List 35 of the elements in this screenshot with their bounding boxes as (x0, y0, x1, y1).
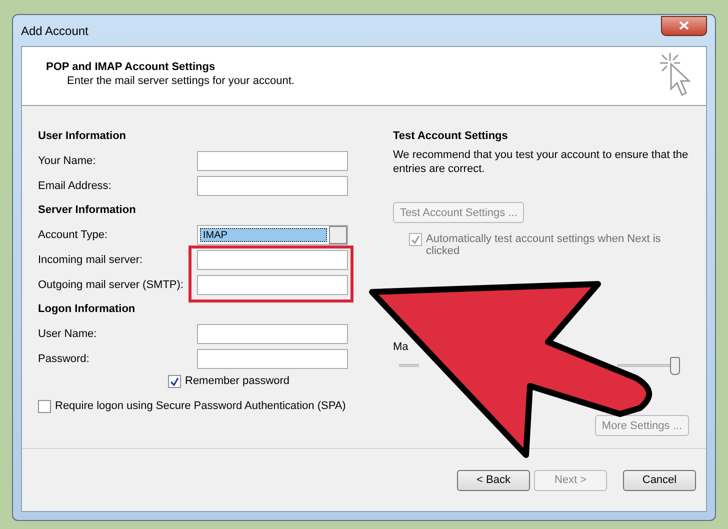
close-icon (679, 21, 689, 30)
field-label: Incoming mail server: (38, 254, 143, 266)
input-field[interactable] (197, 176, 348, 196)
field-label: Your Name: (38, 154, 96, 166)
checkbox[interactable] (38, 400, 51, 413)
slider-label: Ma (393, 341, 408, 353)
section-heading: User Information (38, 129, 128, 144)
checkmark-icon (170, 377, 179, 386)
remember-password-checkbox[interactable]: Remember password (168, 375, 393, 388)
section-heading: Server Information (38, 203, 137, 218)
account-type-dropdown[interactable]: IMAP (197, 224, 348, 244)
dialog-button[interactable]: < Back (457, 470, 530, 490)
test-description: We recommend that you test your account to ensure that the entries are correct. (393, 148, 690, 176)
input-field[interactable] (197, 348, 348, 368)
section-heading: Logon Information (38, 302, 136, 317)
slider-thumb[interactable] (670, 357, 680, 375)
field-label: Outgoing mail server (SMTP): (38, 278, 184, 290)
field-label: Password: (38, 352, 90, 364)
field-label: Account Type: (38, 228, 108, 240)
input-field[interactable] (197, 324, 348, 344)
input-field[interactable] (197, 250, 348, 270)
input-field[interactable] (197, 150, 348, 170)
section-heading: Test Account Settings (393, 129, 509, 144)
field-label: Email Address: (38, 180, 112, 192)
close-button[interactable] (661, 16, 707, 36)
field-label: User Name: (38, 328, 97, 340)
spa-checkbox[interactable]: Require logon using Secure Password Authentication (SPA) (38, 400, 348, 413)
checkmark-icon (411, 235, 420, 244)
header-subtitle: Enter the mail server settings for your account. (66, 75, 294, 87)
dialog-button[interactable]: Cancel (623, 470, 696, 490)
window-title: Add Account (21, 24, 88, 38)
dropdown-button[interactable] (329, 226, 347, 244)
checkbox[interactable] (168, 375, 181, 388)
input-field[interactable] (197, 274, 348, 294)
header-title: POP and IMAP Account Settings (46, 61, 216, 73)
